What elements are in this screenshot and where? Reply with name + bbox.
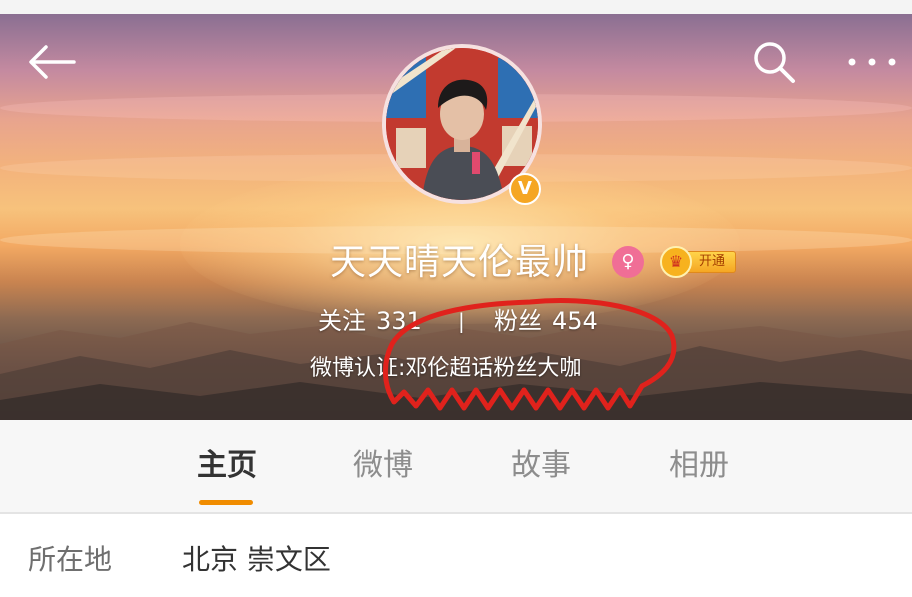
stat-divider: |: [458, 309, 465, 333]
status-strip: [0, 0, 912, 14]
back-arrow-icon: [29, 45, 76, 79]
following-label: 关注: [318, 307, 366, 335]
female-icon: ♀: [612, 246, 644, 278]
profile-username: 天天晴天伦最帅: [330, 242, 590, 283]
tab-album[interactable]: 相册: [668, 446, 730, 486]
active-tab-indicator: [199, 500, 253, 505]
tab-home[interactable]: 主页: [196, 446, 258, 486]
followers-stat[interactable]: 粉丝 454: [494, 306, 598, 336]
profile-tabbar: 主页 微博 故事 相册: [0, 420, 912, 514]
more-button[interactable]: [846, 52, 898, 72]
vip-open-badge[interactable]: 开通 ♛: [660, 246, 738, 278]
followers-count: 454: [552, 307, 598, 335]
back-button[interactable]: [26, 42, 78, 82]
tab-weibo[interactable]: 微博: [352, 446, 414, 486]
search-button[interactable]: [750, 38, 798, 86]
tab-stories[interactable]: 故事: [510, 446, 572, 486]
following-count: 331: [376, 307, 422, 335]
verified-badge-icon: V: [509, 173, 541, 205]
search-icon: [754, 42, 795, 83]
crown-icon: ♛: [660, 246, 692, 278]
more-dots-icon: [848, 58, 896, 66]
location-value: 北京 崇文区: [182, 543, 331, 576]
verification-text: 微博认证:邓伦超话粉丝大咖: [310, 356, 582, 381]
following-stat[interactable]: 关注 331: [318, 306, 422, 336]
location-label: 所在地: [28, 543, 113, 576]
followers-label: 粉丝: [494, 307, 542, 335]
location-row: 所在地 北京 崇文区: [0, 518, 912, 597]
